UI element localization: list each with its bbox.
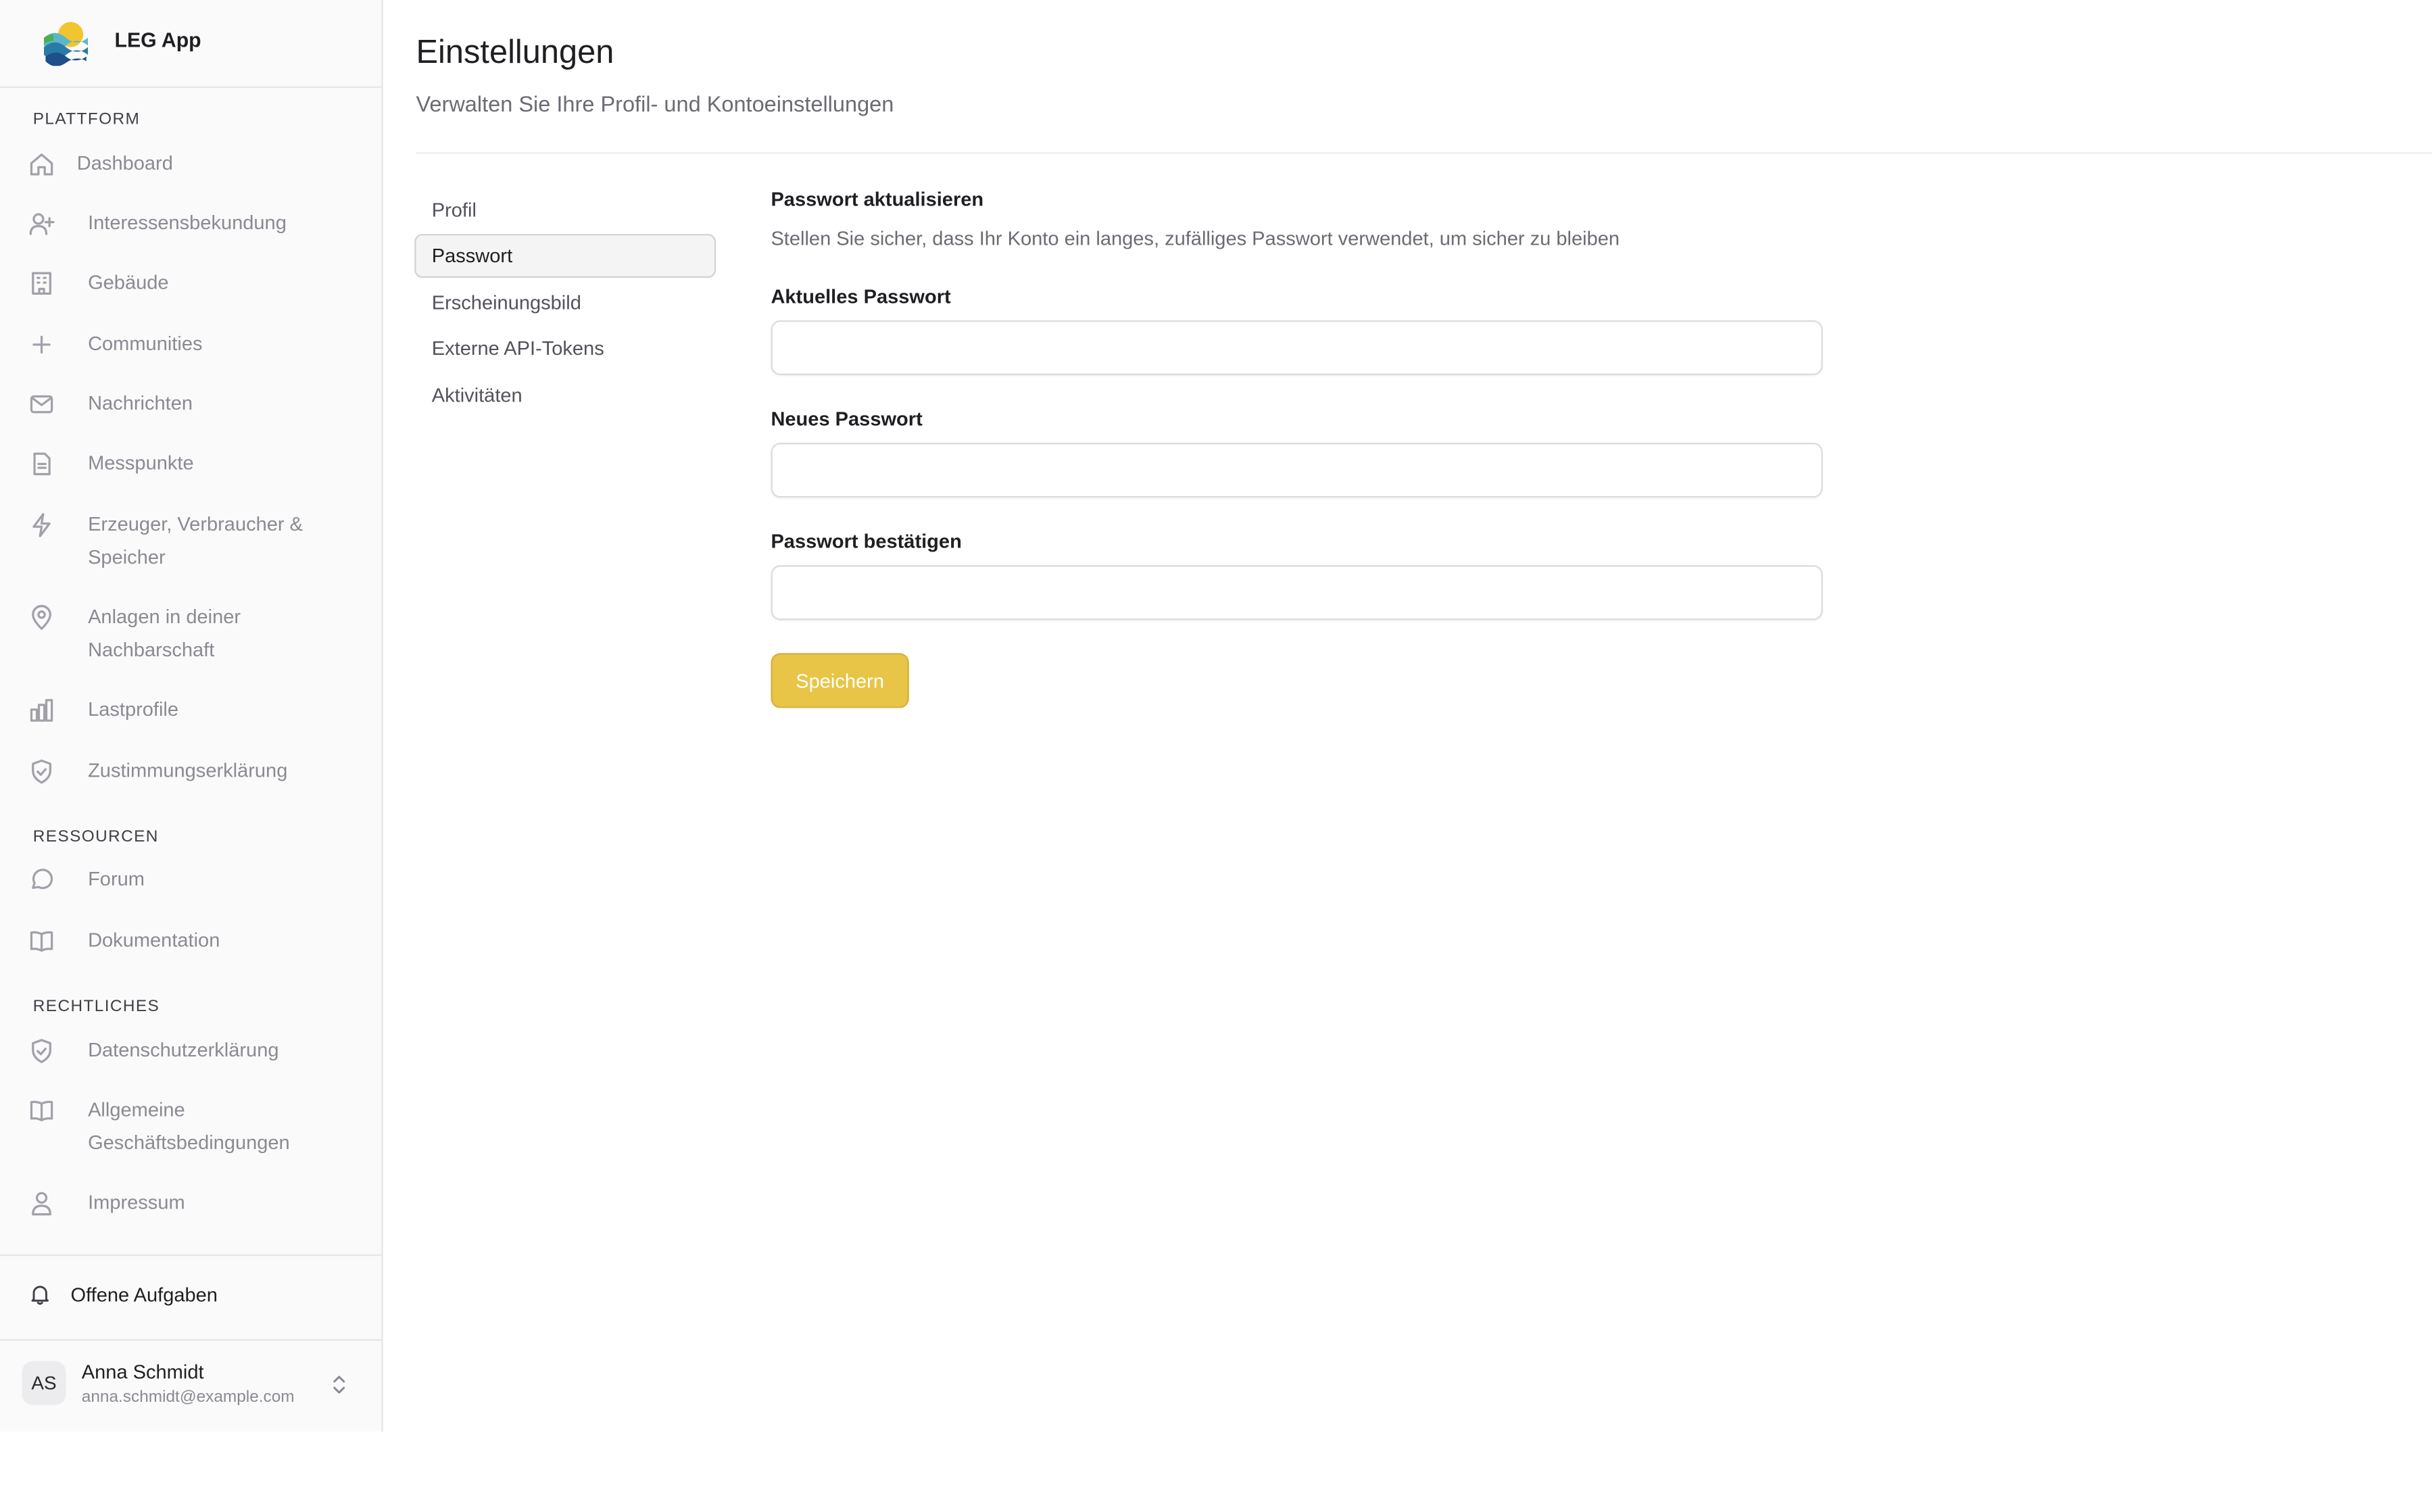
tab-aktivitaeten[interactable]: Aktivitäten <box>414 374 716 418</box>
app-logo-icon <box>44 22 89 66</box>
sidebar-item-label: Allgemeine Geschäftsbedingungen <box>88 1098 290 1154</box>
tab-api-tokens[interactable]: Externe API-Tokens <box>414 326 716 370</box>
chevron-up-down-icon[interactable] <box>330 1373 349 1396</box>
sidebar: LEG App PLATTFORM Dashboard Interessensb… <box>0 0 383 1432</box>
home-icon <box>28 151 55 177</box>
message-circle-icon <box>28 867 55 893</box>
current-password-input[interactable] <box>771 320 1823 376</box>
shield-check-icon <box>28 1038 55 1064</box>
sidebar-item-label: Communities <box>88 333 203 355</box>
sidebar-item-label: Interessensbekundung <box>88 212 287 235</box>
app-name: LEG App <box>114 28 201 52</box>
book-icon <box>28 928 55 954</box>
sidebar-item-label: Gebäude <box>88 271 169 294</box>
sidebar-item-label: Dokumentation <box>88 929 220 952</box>
section-label-rechtliches: RECHTLICHES <box>32 996 160 1016</box>
sidebar-item-label: Anlagen in deiner Nachbarschaft <box>88 606 241 661</box>
tab-erscheinungsbild[interactable]: Erscheinungsbild <box>414 281 716 325</box>
sidebar-item-label: Dashboard <box>76 152 173 174</box>
shield-check-icon <box>28 758 55 785</box>
bar-chart-icon <box>28 697 55 723</box>
page-title: Einstellungen <box>416 34 614 71</box>
tab-profil[interactable]: Profil <box>414 189 716 233</box>
sidebar-item-label: Forum <box>88 868 145 890</box>
bell-icon <box>28 1283 52 1314</box>
mail-icon <box>28 391 55 417</box>
brand[interactable]: LEG App <box>0 0 382 89</box>
confirm-password-label: Passwort bestätigen <box>771 531 962 553</box>
user-icon <box>28 1190 55 1217</box>
section-label-plattform: PLATTFORM <box>32 109 141 129</box>
tab-passwort[interactable]: Passwort <box>414 234 716 278</box>
sidebar-item-label: Zustimmungserklärung <box>88 760 288 782</box>
new-password-label: Neues Passwort <box>771 408 923 431</box>
sidebar-item-label: Erzeuger, Verbraucher & Speicher <box>88 513 303 568</box>
section-label-ressourcen: RESSOURCEN <box>32 827 159 846</box>
file-icon <box>28 451 55 477</box>
user-email: anna.schmidt@example.com <box>81 1388 295 1407</box>
sidebar-item-label: Messpunkte <box>88 452 194 474</box>
save-button[interactable]: Speichern <box>771 653 909 708</box>
map-pin-icon <box>28 604 55 631</box>
user-plus-icon <box>28 210 55 237</box>
page-subtitle: Verwalten Sie Ihre Profil- und Kontoeins… <box>416 91 894 116</box>
bolt-icon <box>28 512 55 538</box>
sidebar-item-label: Nachrichten <box>88 392 193 415</box>
form-description: Stellen Sie sicher, dass Ihr Konto ein l… <box>771 227 1620 250</box>
plus-icon <box>28 331 55 358</box>
avatar: AS <box>22 1361 66 1405</box>
sidebar-item-label: Datenschutzerklärung <box>88 1039 279 1062</box>
form-heading: Passwort aktualisieren <box>771 188 984 211</box>
sidebar-item-label: Impressum <box>88 1191 185 1214</box>
user-menu[interactable]: AS Anna Schmidt anna.schmidt@example.com <box>0 1339 381 1432</box>
open-tasks-button[interactable]: Offene Aufgaben <box>0 1254 382 1341</box>
new-password-input[interactable] <box>771 443 1823 498</box>
sidebar-item-label: Lastprofile <box>88 698 179 721</box>
open-tasks-label: Offene Aufgaben <box>70 1284 218 1307</box>
building-icon <box>28 270 55 297</box>
confirm-password-input[interactable] <box>771 565 1823 620</box>
user-name: Anna Schmidt <box>81 1361 204 1384</box>
divider <box>416 152 2432 154</box>
book-icon <box>28 1098 55 1124</box>
main-content: Einstellungen Verwalten Sie Ihre Profil-… <box>383 0 2432 1512</box>
current-password-label: Aktuelles Passwort <box>771 285 951 308</box>
